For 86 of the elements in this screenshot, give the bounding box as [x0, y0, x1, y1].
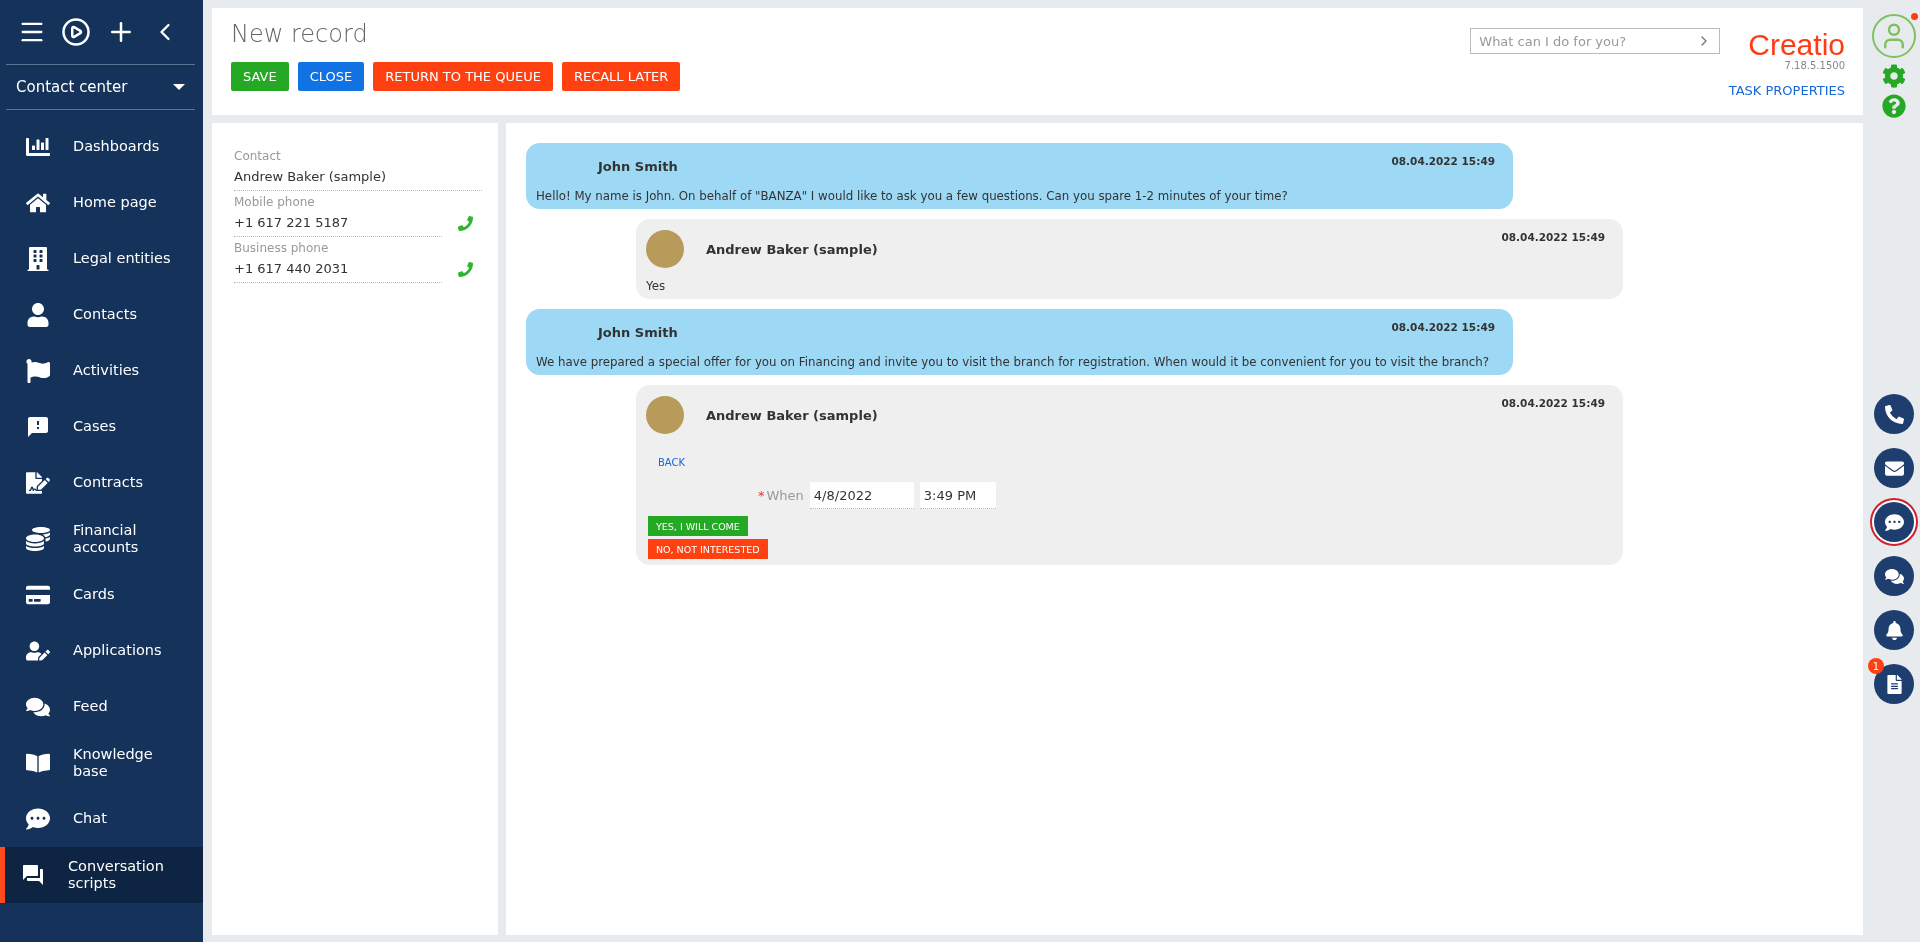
task-properties-link[interactable]: TASK PROPERTIES — [1728, 83, 1845, 98]
sidebar-item-label: Conversation scripts — [68, 857, 165, 893]
coins-icon — [25, 526, 51, 552]
sidebar-item[interactable]: Feed — [0, 679, 203, 735]
action-button[interactable]: CLOSE — [297, 62, 365, 91]
message-author: John Smith — [598, 158, 678, 174]
count-badge: 1 — [1868, 658, 1884, 674]
required-mark: * — [758, 488, 765, 503]
sidebar-item[interactable]: Cases — [0, 399, 203, 455]
sidebar-item[interactable]: Dashboards — [0, 119, 203, 175]
communication-button[interactable] — [1874, 664, 1914, 704]
speech-bubbles-icon — [1884, 566, 1904, 586]
sidebar-item[interactable]: Contracts — [0, 455, 203, 511]
sidebar-item[interactable]: Knowledge base — [0, 735, 203, 791]
phone-icon — [1884, 404, 1904, 424]
message-author: Andrew Baker (sample) — [706, 407, 878, 423]
document-pen-icon — [25, 470, 51, 496]
play-icon[interactable] — [61, 17, 91, 47]
message-time: 08.04.2022 15:49 — [1501, 397, 1605, 409]
sidebar-item-label: Dashboards — [73, 138, 161, 156]
phone-icon[interactable] — [458, 215, 473, 231]
date-field[interactable]: 4/8/2022 — [809, 482, 914, 509]
communication-button[interactable] — [1874, 502, 1914, 542]
time-field[interactable]: 3:49 PM — [919, 482, 996, 509]
sidebar-item[interactable]: Contacts — [0, 287, 203, 343]
sidebar-item[interactable]: Cards — [0, 567, 203, 623]
chat-bubble-icon — [25, 806, 51, 832]
sidebar-item[interactable]: Financial accounts — [0, 511, 203, 567]
communication-button[interactable] — [1874, 556, 1914, 596]
sidebar-item-label: Contracts — [73, 474, 144, 492]
message-text: We have prepared a special offer for you on Financing and invite you to visit the branch for registration. When would it be convenient for you to visit the branch? — [536, 355, 1491, 369]
sidebar-item[interactable]: Applications — [0, 623, 203, 679]
search-field[interactable]: What can I do for you? — [1470, 28, 1721, 54]
sidebar-item-label: Chat — [73, 810, 108, 828]
envelope-icon — [1884, 458, 1904, 478]
sidebar-item[interactable]: Activities — [0, 343, 203, 399]
sidebar-item-label: Applications — [73, 642, 163, 660]
message-text: Hello! My name is John. On behalf of "BANZA" I would like to ask you a few questions. Can you spare 1-2 minutes of your time? — [536, 189, 1289, 203]
sidebar-item[interactable]: Home page — [0, 175, 203, 231]
logo: Creatio — [1748, 30, 1845, 60]
sidebar-item-label: Home page — [73, 194, 158, 212]
field-value: +1 617 440 2031 — [234, 255, 442, 283]
avatar-photo-placeholder — [646, 230, 684, 268]
message-time: 08.04.2022 15:49 — [1391, 155, 1495, 167]
person-list-icon — [25, 638, 51, 664]
message-author: Andrew Baker (sample) — [706, 241, 878, 257]
page-title: New record — [231, 20, 369, 48]
field-value: Andrew Baker (sample) — [234, 163, 482, 191]
sidebar-item[interactable]: Legal entities — [0, 231, 203, 287]
chat-bubble-icon — [1884, 512, 1904, 532]
message-author: John Smith — [598, 324, 678, 340]
field-label: Contact — [234, 149, 282, 163]
help-icon[interactable] — [1882, 94, 1906, 118]
communication-button[interactable] — [1874, 448, 1914, 488]
sidebar-item-label: Contacts — [73, 306, 138, 324]
sidebar-item[interactable]: Chat — [0, 791, 203, 847]
sidebar-item-label: Cards — [73, 586, 116, 604]
phone-icon[interactable] — [458, 261, 473, 277]
message-text: Yes — [646, 279, 667, 293]
field-value: +1 617 221 5187 — [234, 209, 442, 237]
sidebar-item-label: Legal entities — [73, 250, 172, 268]
message-time: 08.04.2022 15:49 — [1391, 321, 1495, 333]
field-label: Business phone — [234, 241, 330, 255]
back-link[interactable]: BACK — [658, 457, 1605, 468]
settings-icon[interactable] — [1882, 64, 1906, 88]
field-label: When — [766, 488, 804, 503]
message-time: 08.04.2022 15:49 — [1501, 231, 1605, 243]
document-icon — [1884, 674, 1904, 694]
caret-icon — [173, 84, 185, 90]
flag-icon — [25, 358, 51, 384]
exclamation-bubble-icon — [25, 414, 51, 440]
avatar-photo-placeholder — [646, 396, 684, 434]
sidebar-item-label: Financial accounts — [73, 521, 140, 557]
person-icon — [25, 302, 51, 328]
communication-button[interactable] — [1874, 610, 1914, 650]
communication-button[interactable] — [1874, 394, 1914, 434]
sidebar-item-label: Cases — [73, 418, 118, 436]
version-label: 7.18.5.1500 — [1784, 60, 1845, 71]
sidebar-item-label: Feed — [73, 698, 109, 716]
workplace-dropdown[interactable]: Contact center — [6, 65, 195, 110]
sidebar-item-label: Activities — [73, 362, 141, 380]
building-icon — [25, 246, 51, 272]
field-label: Mobile phone — [234, 195, 316, 209]
bell-icon — [1884, 620, 1904, 640]
sidebar-item-label: Knowledge base — [73, 745, 154, 781]
sidebar-item[interactable]: Conversation scripts — [0, 847, 203, 903]
